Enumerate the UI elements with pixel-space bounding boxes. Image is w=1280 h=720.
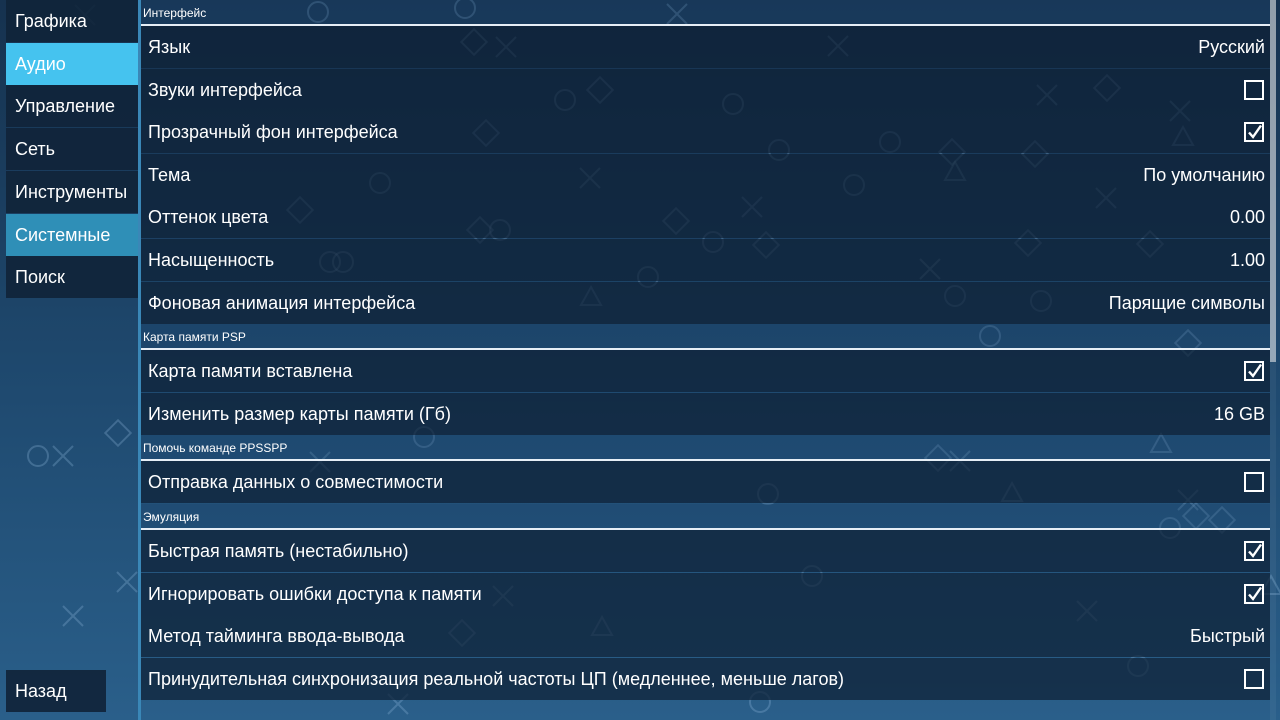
checkmark-icon bbox=[1248, 543, 1262, 558]
setting-label: Принудительная синхронизация реальной ча… bbox=[148, 668, 845, 689]
setting-label: Быстрая память (нестабильно) bbox=[148, 541, 409, 561]
setting-row[interactable]: Фоновая анимация интерфейса Парящие симво… bbox=[141, 281, 1270, 324]
settings-list: Интерфейс Язык Русский Звуки интерфейса Проз… bbox=[138, 0, 1270, 720]
section-header: Интерфейс bbox=[141, 0, 1270, 26]
setting-row[interactable]: Тема По умолчанию bbox=[141, 153, 1270, 196]
section-header: Эмуляция bbox=[141, 504, 1270, 530]
sidebar-item-6[interactable]: Поиск bbox=[6, 256, 138, 299]
setting-value[interactable]: По умолчанию bbox=[1143, 154, 1265, 196]
setting-row[interactable]: Насыщенность 1.00 bbox=[141, 239, 1270, 281]
section-header: Карта памяти PSP bbox=[141, 324, 1270, 351]
setting-label: Язык bbox=[148, 37, 191, 57]
setting-value[interactable]: 0.00 bbox=[1230, 196, 1265, 238]
setting-row[interactable]: Отправка данных о совместимости bbox=[141, 461, 1270, 504]
checkmark-icon bbox=[1248, 125, 1262, 140]
checkmark-icon bbox=[1248, 364, 1262, 379]
settings-category-sidebar: Графика Аудио Управление Сеть Инструменты Сис… bbox=[0, 0, 140, 720]
setting-label: Тема bbox=[148, 164, 191, 185]
sidebar-item-3[interactable]: Сеть bbox=[6, 128, 138, 171]
setting-row[interactable]: Изменить размер карты памяти (Гб) 16 GB bbox=[141, 392, 1270, 435]
setting-row[interactable]: Метод тайминга ввода-вывода Быстрый bbox=[141, 615, 1270, 658]
checkbox-unchecked[interactable] bbox=[1244, 668, 1264, 689]
section-header: Помочь команде PPSSPP bbox=[141, 435, 1270, 462]
setting-label: Отправка данных о совместимости bbox=[148, 472, 444, 493]
setting-row[interactable]: Игнорировать ошибки доступа к памяти bbox=[141, 572, 1270, 615]
setting-label: Насыщенность bbox=[148, 250, 275, 270]
setting-label: Фоновая анимация интерфейса bbox=[148, 292, 416, 313]
checkbox-unchecked[interactable] bbox=[1244, 472, 1264, 493]
setting-row[interactable]: Язык Русский bbox=[141, 26, 1270, 68]
setting-label: Оттенок цвета bbox=[148, 207, 269, 228]
setting-value[interactable]: Русский bbox=[1198, 26, 1265, 68]
scrollbar-thumb[interactable] bbox=[1270, 0, 1276, 362]
setting-label: Карта памяти вставлена bbox=[148, 361, 353, 382]
setting-row[interactable]: Быстрая память (нестабильно) bbox=[141, 530, 1270, 572]
setting-label: Прозрачный фон интерфейса bbox=[148, 122, 398, 143]
setting-value[interactable]: 16 GB bbox=[1214, 393, 1265, 435]
setting-row[interactable]: Прозрачный фон интерфейса bbox=[141, 111, 1270, 154]
setting-label: Игнорировать ошибки доступа к памяти bbox=[148, 583, 482, 604]
setting-label: Звуки интерфейса bbox=[148, 79, 302, 100]
setting-value[interactable]: 1.00 bbox=[1230, 239, 1265, 281]
setting-row[interactable]: Оттенок цвета 0.00 bbox=[141, 196, 1270, 239]
sidebar-item-1[interactable]: Аудио bbox=[6, 42, 138, 85]
setting-row[interactable]: Карта памяти вставлена bbox=[141, 350, 1270, 393]
sidebar-item-2[interactable]: Управление bbox=[6, 85, 138, 128]
checkbox-checked[interactable] bbox=[1244, 122, 1264, 143]
setting-value[interactable]: Парящие символы bbox=[1109, 282, 1265, 324]
checkbox-unchecked[interactable] bbox=[1244, 79, 1264, 100]
setting-row[interactable]: Принудительная синхронизация реальной ча… bbox=[141, 657, 1270, 700]
sidebar-item-5[interactable]: Системные bbox=[6, 213, 138, 256]
setting-label: Метод тайминга ввода-вывода bbox=[148, 626, 405, 647]
setting-row[interactable]: Звуки интерфейса bbox=[141, 68, 1270, 111]
checkbox-checked[interactable] bbox=[1244, 541, 1264, 561]
setting-label: Изменить размер карты памяти (Гб) bbox=[148, 403, 451, 424]
sidebar-item-4[interactable]: Инструменты bbox=[6, 170, 138, 213]
setting-value[interactable]: Быстрый bbox=[1190, 615, 1265, 657]
checkbox-checked[interactable] bbox=[1244, 583, 1264, 604]
back-button[interactable]: Назад bbox=[6, 670, 106, 712]
sidebar-item-0[interactable]: Графика bbox=[6, 0, 138, 42]
checkbox-checked[interactable] bbox=[1244, 361, 1264, 382]
checkmark-icon bbox=[1248, 586, 1262, 601]
